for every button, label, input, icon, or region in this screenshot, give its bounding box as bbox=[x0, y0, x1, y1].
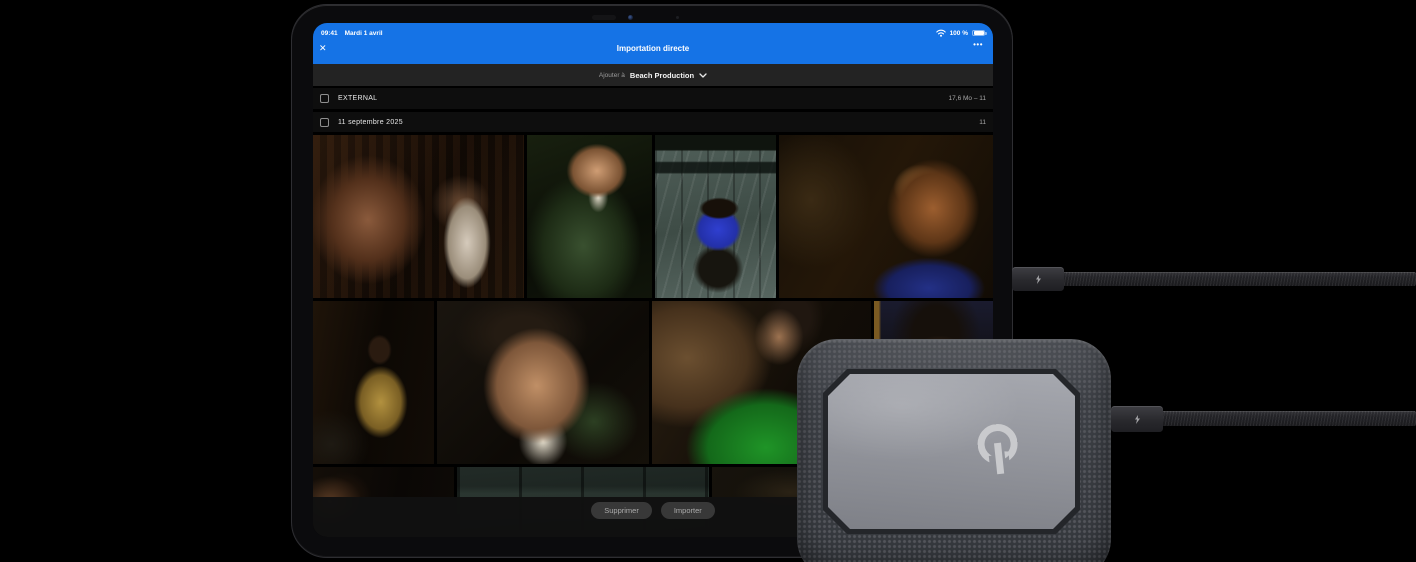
checkbox[interactable] bbox=[320, 94, 329, 103]
wifi-icon bbox=[935, 29, 946, 37]
usb-cable-bottom bbox=[1158, 411, 1416, 426]
drive-faceplate-groove bbox=[823, 369, 1080, 534]
source-row-external[interactable]: EXTERNAL 17,6 Mo – 11 bbox=[313, 88, 993, 109]
clock: 09:41 bbox=[321, 29, 338, 37]
page-title: Importation directe bbox=[616, 44, 690, 53]
app-header: 09:41 Mardi 1 avril 100 % ✕ Importation … bbox=[313, 23, 993, 64]
top-sensor-bar bbox=[592, 15, 616, 20]
usb-connector-bottom bbox=[1111, 406, 1163, 432]
external-ssd-drive bbox=[797, 339, 1111, 562]
photo-thumbnail[interactable] bbox=[437, 301, 649, 464]
source-meta: 11 bbox=[979, 118, 986, 126]
photo-thumbnail[interactable] bbox=[779, 135, 993, 298]
source-label: 11 septembre 2025 bbox=[338, 118, 403, 126]
source-list: EXTERNAL 17,6 Mo – 11 11 septembre 2025 … bbox=[313, 88, 993, 132]
photo-thumbnail[interactable] bbox=[313, 135, 524, 298]
delete-button[interactable]: Supprimer bbox=[591, 502, 652, 519]
drive-faceplate bbox=[828, 374, 1075, 529]
usb-cable-top bbox=[1060, 272, 1416, 286]
usb-connector-top bbox=[1012, 267, 1064, 291]
scene: 09:41 Mardi 1 avril 100 % ✕ Importation … bbox=[0, 0, 1416, 562]
add-to-label: Ajouter à bbox=[598, 71, 625, 79]
photo-thumbnail[interactable] bbox=[527, 135, 652, 298]
front-camera bbox=[628, 15, 633, 20]
checkbox[interactable] bbox=[320, 117, 329, 127]
source-row-date[interactable]: 11 septembre 2025 11 bbox=[313, 112, 993, 132]
more-options-button[interactable]: ••• bbox=[973, 40, 983, 49]
source-label: EXTERNAL bbox=[338, 95, 378, 102]
title-bar: ✕ Importation directe ••• bbox=[313, 39, 993, 64]
date-label: Mardi 1 avril bbox=[344, 29, 383, 37]
thunderbolt-icon bbox=[1035, 274, 1041, 284]
source-meta: 17,6 Mo – 11 bbox=[948, 95, 986, 102]
battery-icon bbox=[972, 29, 987, 37]
ambient-sensor bbox=[676, 16, 679, 19]
g-brand-logo-icon bbox=[971, 417, 1027, 480]
import-button[interactable]: Importer bbox=[660, 502, 715, 519]
collection-name: Beach Production bbox=[629, 70, 695, 80]
thunderbolt-icon bbox=[1134, 414, 1140, 424]
grid-row bbox=[313, 135, 993, 298]
battery-percent: 100 % bbox=[949, 29, 968, 37]
add-to-collection-dropdown[interactable]: Ajouter à Beach Production bbox=[313, 64, 993, 86]
photo-thumbnail[interactable] bbox=[313, 301, 434, 464]
photo-thumbnail[interactable] bbox=[655, 135, 776, 298]
status-bar: 09:41 Mardi 1 avril 100 % bbox=[313, 23, 993, 39]
chevron-down-icon bbox=[699, 73, 707, 78]
